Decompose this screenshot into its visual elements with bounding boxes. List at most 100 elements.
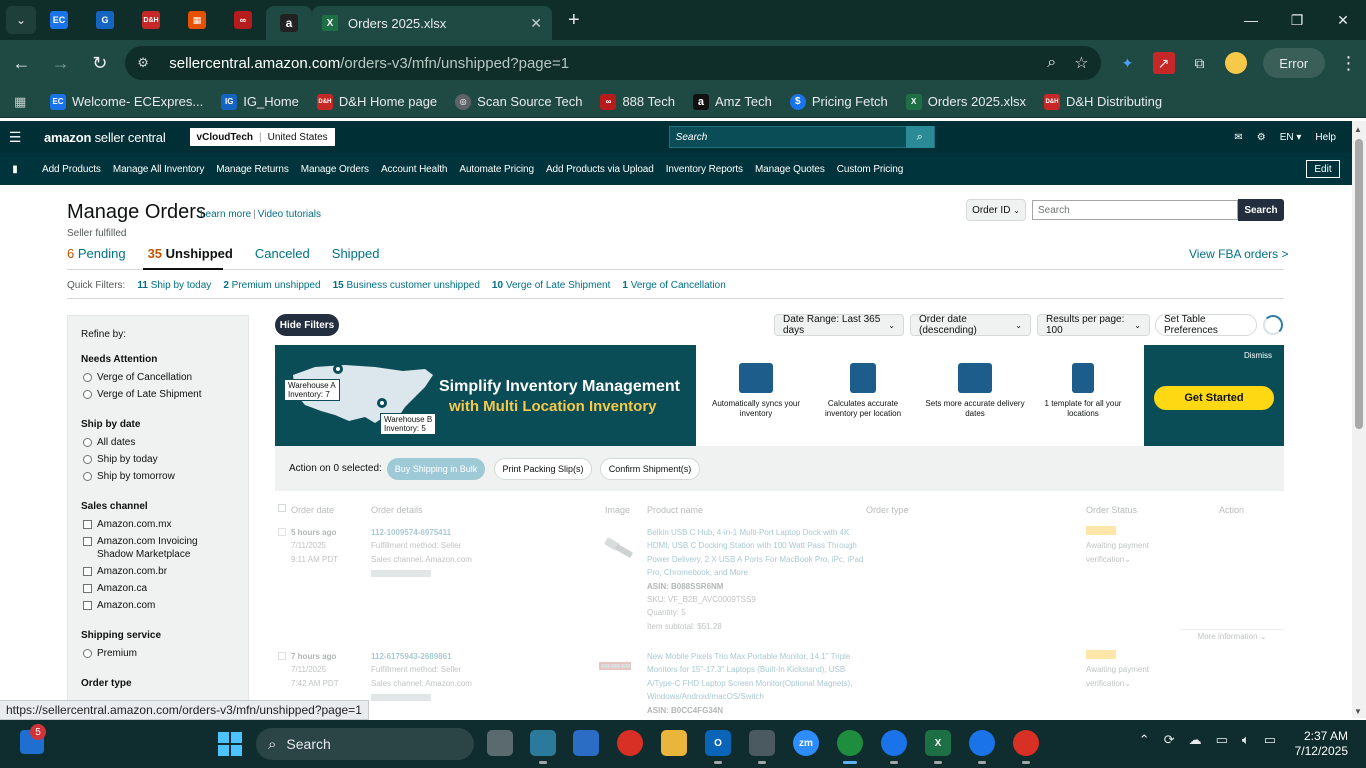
learn-more-link[interactable]: Learn more: [200, 209, 251, 220]
scroll-down-arrow-icon[interactable]: ▼: [1354, 707, 1362, 716]
bookmark-item[interactable]: IG IG_Home: [221, 93, 299, 110]
results-per-page-select[interactable]: Results per page: 100 ⌄: [1037, 314, 1150, 336]
scrollbar-thumb[interactable]: [1355, 139, 1363, 429]
get-started-button[interactable]: Get Started: [1154, 386, 1274, 410]
nav-manage-orders[interactable]: Manage Orders: [301, 164, 369, 175]
product-title-line[interactable]: Monitors for 15"-17.3" Laptops (Built-In…: [647, 663, 867, 676]
app-file-explorer-icon[interactable]: [661, 730, 687, 756]
account-switcher[interactable]: vCloudTech | United States: [189, 128, 335, 146]
checkbox[interactable]: [83, 537, 92, 546]
filter-ship-by-today[interactable]: Ship by today: [81, 453, 235, 466]
nav-manage-quotes[interactable]: Manage Quotes: [755, 164, 825, 175]
app-chrome-profile-2-icon[interactable]: [881, 730, 907, 764]
seller-central-logo[interactable]: amazon seller central: [44, 130, 166, 145]
order-search-button[interactable]: Search: [1238, 199, 1284, 221]
bookmark-item[interactable]: EC Welcome- ECExpres...: [50, 93, 203, 110]
tab-canceled[interactable]: Canceled: [255, 246, 310, 261]
app-outlook-icon[interactable]: O: [705, 730, 731, 764]
pinned-tab-0[interactable]: EC: [36, 0, 82, 40]
product-title-line[interactable]: Pro, Chromebook, and More: [647, 566, 867, 579]
app-chrome-profile-1-icon[interactable]: [837, 730, 863, 764]
bookmark-icon[interactable]: ▮: [0, 164, 30, 175]
tab-search-button[interactable]: ⌄: [6, 6, 36, 34]
start-button[interactable]: [218, 732, 242, 756]
filter-amazon-ca[interactable]: Amazon.ca: [81, 582, 235, 595]
app-copilot-icon[interactable]: [530, 730, 556, 764]
radio-button[interactable]: [83, 373, 92, 382]
bookmark-star-icon[interactable]: ☆: [1074, 53, 1088, 73]
app-zoom-icon[interactable]: zm: [793, 730, 819, 756]
language-select[interactable]: EN ▾: [1280, 132, 1302, 143]
bookmark-item[interactable]: X Orders 2025.xlsx: [905, 93, 1026, 110]
bookmark-item[interactable]: ∞ 888 Tech: [600, 93, 675, 110]
product-title-line[interactable]: Belkin USB C Hub, 4-in-1 Multi-Port Lapt…: [647, 526, 867, 539]
close-tab-icon[interactable]: ✕: [530, 15, 542, 32]
row-checkbox[interactable]: [278, 652, 286, 660]
radio-button[interactable]: [83, 472, 92, 481]
tab-orders-2025[interactable]: X Orders 2025.xlsx ✕: [312, 6, 552, 40]
back-button[interactable]: ←: [4, 45, 39, 81]
filter-amazon-br[interactable]: Amazon.com.br: [81, 565, 235, 578]
site-info-icon[interactable]: ⚙: [137, 55, 155, 71]
nav-add-products[interactable]: Add Products: [42, 164, 101, 175]
cloud-off-icon[interactable]: ☁: [1189, 732, 1202, 748]
video-tutorials-link[interactable]: Video tutorials: [258, 209, 321, 220]
tab-shipped[interactable]: Shipped: [332, 246, 380, 261]
select-all-checkbox[interactable]: [278, 504, 286, 512]
seller-search-input[interactable]: Search: [670, 132, 906, 143]
settings-gear-icon[interactable]: ⚙: [1257, 132, 1266, 143]
radio-button[interactable]: [83, 390, 92, 399]
address-bar[interactable]: ⚙ sellercentral.amazon.com/orders-v3/mfn…: [125, 46, 1101, 80]
view-fba-orders-link[interactable]: View FBA orders >: [1189, 247, 1289, 261]
order-search-input[interactable]: Search: [1032, 200, 1238, 220]
hide-filters-button[interactable]: Hide Filters: [275, 314, 339, 336]
zoom-search-icon[interactable]: ⌕: [1047, 54, 1056, 72]
nav-manage-all-inventory[interactable]: Manage All Inventory: [113, 164, 204, 175]
filter-ship-by-tomorrow[interactable]: Ship by tomorrow: [81, 470, 235, 483]
buy-shipping-bulk-button[interactable]: Buy Shipping in Bulk: [387, 458, 485, 480]
filter-amazon-com[interactable]: Amazon.com: [81, 599, 235, 612]
status-text-2[interactable]: verification⌄: [1086, 553, 1149, 566]
app-calculator-icon[interactable]: [749, 730, 775, 764]
apps-grid-icon[interactable]: ▦: [14, 94, 34, 110]
radio-button[interactable]: [83, 455, 92, 464]
filter-all-dates[interactable]: All dates: [81, 436, 235, 449]
product-title-line[interactable]: Power Delivery, 2 X USB A Ports For MacB…: [647, 553, 867, 566]
status-text-2[interactable]: verification⌄: [1086, 677, 1149, 690]
confirm-shipments-button[interactable]: Confirm Shipment(s): [600, 458, 700, 480]
table-preferences-button[interactable]: Set Table Preferences: [1155, 314, 1257, 336]
battery-icon[interactable]: ▭: [1264, 732, 1276, 748]
bookmark-item[interactable]: ◎ Scan Source Tech: [455, 93, 582, 110]
radio-button[interactable]: [83, 649, 92, 658]
quick-filter-verge-late-shipment[interactable]: 10 Verge of Late Shipment: [492, 280, 610, 291]
nav-automate-pricing[interactable]: Automate Pricing: [459, 164, 534, 175]
print-packing-slips-button[interactable]: Print Packing Slip(s): [494, 458, 592, 480]
filter-amazon-mx[interactable]: Amazon.com.mx: [81, 518, 235, 531]
close-window-button[interactable]: ✕: [1320, 0, 1366, 40]
nav-manage-returns[interactable]: Manage Returns: [216, 164, 289, 175]
quick-filter-ship-by-today[interactable]: 11 Ship by today: [137, 280, 211, 291]
bookmark-item[interactable]: a Amz Tech: [692, 93, 772, 110]
product-image-usb-hub[interactable]: [601, 534, 637, 564]
app-store-icon[interactable]: [573, 730, 599, 756]
filter-verge-late-shipment[interactable]: Verge of Late Shipment: [81, 388, 235, 401]
dismiss-banner-link[interactable]: Dismiss: [1244, 351, 1272, 360]
checkbox[interactable]: [83, 567, 92, 576]
pinned-tab-1[interactable]: G: [82, 0, 128, 40]
tab-pending[interactable]: 6 Pending: [67, 246, 126, 261]
pinned-tab-5[interactable]: a: [266, 6, 312, 40]
checkbox[interactable]: [83, 584, 92, 593]
seller-search[interactable]: Search ⌕: [668, 126, 935, 148]
nav-custom-pricing[interactable]: Custom Pricing: [837, 164, 904, 175]
checkbox[interactable]: [83, 601, 92, 610]
extensions-puzzle-icon[interactable]: ⧉: [1189, 52, 1211, 74]
order-id-link[interactable]: 112-1009574-6975411: [371, 526, 472, 539]
filter-verge-cancellation[interactable]: Verge of Cancellation: [81, 371, 235, 384]
bookmark-item[interactable]: $ Pricing Fetch: [789, 93, 888, 110]
product-title-line[interactable]: A/Type-C FHD Laptop Screen Monitor(Optio…: [647, 677, 867, 690]
order-id-link[interactable]: 112-6175943-2689861: [371, 650, 472, 663]
bookmark-item[interactable]: D&H D&H Home page: [316, 93, 437, 110]
filter-premium[interactable]: Premium: [81, 647, 235, 660]
app-excel-icon[interactable]: X: [925, 730, 951, 764]
extension-arrow-icon[interactable]: ↗: [1152, 52, 1175, 74]
